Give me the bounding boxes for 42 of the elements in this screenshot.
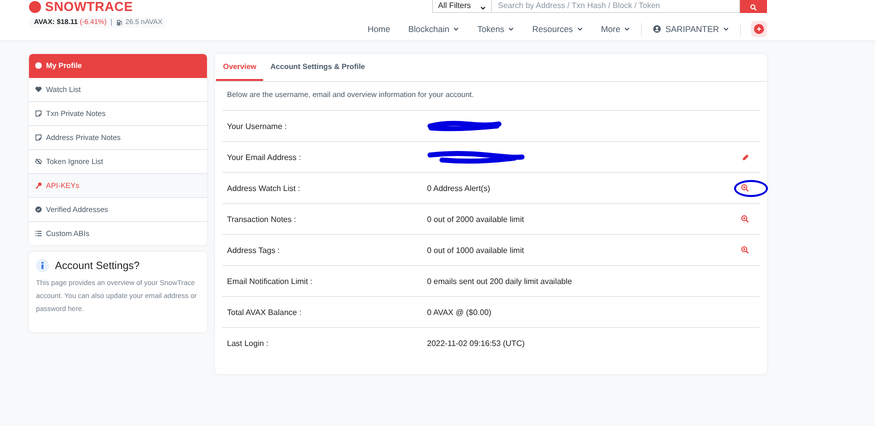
field-label: Your Email Address : (227, 152, 302, 162)
pencil-icon[interactable] (742, 154, 748, 160)
nav-link[interactable]: Home (358, 24, 400, 34)
field-value: 0 Address Alert(s) (427, 184, 490, 192)
nav-link[interactable]: Blockchain (399, 24, 468, 34)
info-icon (36, 259, 49, 272)
field-label: Your Username : (227, 122, 288, 130)
heart-icon (35, 86, 42, 93)
logo-icon (29, 0, 41, 12)
note-icon (35, 110, 42, 117)
logo-text[interactable]: SNOWTRACE (45, 0, 133, 13)
search-icon (750, 4, 757, 11)
field-value: 0 out of 1000 available limit (427, 246, 524, 254)
nav-link[interactable]: Tokens (468, 24, 524, 34)
caret-icon (723, 27, 729, 31)
search-field[interactable]: Search by Address / Txn Hash / Block / Token (492, 0, 740, 13)
network-button[interactable] (751, 21, 767, 37)
field-label: Last Login : (227, 338, 270, 348)
eye-slash-icon (35, 158, 42, 165)
field-label: Address Watch List : (227, 184, 302, 192)
key-icon (35, 182, 42, 189)
zoom-in-icon[interactable] (741, 246, 749, 254)
user-menu[interactable]: SARIPANTER (644, 24, 738, 34)
field-value: 0 out of 2000 available limit (427, 214, 524, 224)
info-card-title: Account Settings? (55, 260, 140, 272)
nav-link[interactable]: Resources (523, 24, 592, 34)
field-label: Transaction Notes : (227, 214, 298, 224)
caret-icon (480, 6, 486, 10)
field-value: 0 emails sent out 200 daily limit available (427, 276, 572, 286)
field-value: 0 AVAX @ ($0.00) (427, 308, 492, 316)
zoom-in-icon[interactable] (741, 215, 749, 223)
note-icon (35, 134, 42, 141)
check-badge-icon (35, 206, 42, 213)
field-label: Address Tags : (227, 246, 281, 254)
field-label: Email Notification Limit : (227, 276, 314, 286)
list-icon (35, 230, 42, 237)
field-label: Total AVAX Balance : (227, 308, 302, 316)
zoom-in-icon[interactable] (741, 184, 749, 192)
network-logo-icon (754, 24, 764, 34)
search-button[interactable] (740, 0, 767, 13)
field-value: 2022-11-02 09:16:53 (UTC) (427, 338, 525, 348)
nav-link[interactable]: More (592, 24, 640, 34)
